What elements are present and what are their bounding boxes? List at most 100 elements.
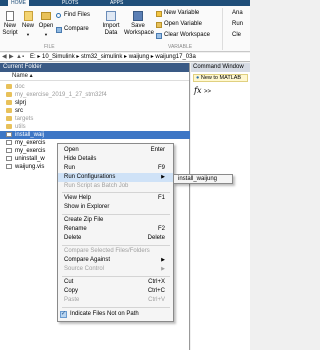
compare-icon <box>56 27 62 33</box>
folder-icon <box>6 107 12 113</box>
menu-separator <box>62 245 170 246</box>
menu-item-show-in-explorer[interactable]: Show in Explorer <box>58 203 173 212</box>
back-icon[interactable]: ◀ <box>2 54 7 61</box>
file-icon <box>6 163 12 169</box>
ribbon-divider <box>222 8 223 50</box>
folder-icon <box>6 123 12 129</box>
compare-label: Compare <box>64 26 89 32</box>
file-name: waijung.vis <box>15 164 45 170</box>
tab-home[interactable]: HOME <box>8 0 29 6</box>
new-button[interactable]: New ▼ <box>20 9 36 43</box>
ribbon-tab-bar: HOME PLOTS APPS <box>0 0 250 6</box>
menu-item-view-help[interactable]: View Help F1 <box>58 194 173 203</box>
submenu-arrow-icon: ▶ <box>161 266 165 272</box>
tab-plots[interactable]: PLOTS <box>62 0 78 6</box>
file-name: slprj <box>15 100 27 106</box>
find-files-label: Find Files <box>64 12 91 18</box>
menu-item-copy[interactable]: Copy Ctrl+C <box>58 287 173 296</box>
menu-item-rename[interactable]: Rename F2 <box>58 225 173 234</box>
prompt-arrow: >> <box>204 89 212 95</box>
list-item[interactable]: my_exercise_2019_1_27_stm32f4 <box>0 91 190 99</box>
context-menu: Open Enter Hide Details Run F9 Run Configu… <box>57 143 174 322</box>
open-button[interactable]: Open ▼ <box>38 9 54 43</box>
folder-icon <box>6 91 12 97</box>
group-label-file: FILE <box>44 44 55 50</box>
new-script-label: New Script <box>2 23 18 36</box>
path-breadcrumb[interactable]: E: ▸ 10_Simulink ▸ stm32_simulink ▸ waij… <box>30 54 196 61</box>
new-script-button[interactable]: New Script <box>2 9 18 43</box>
file-name: my_exercise_2019_1_27_stm32f4 <box>15 92 107 98</box>
new-variable-label: New Variable <box>164 10 200 16</box>
submenu-item-install-waijung[interactable]: install_waijung <box>178 176 217 182</box>
run-and-time-button[interactable]: Run <box>232 20 243 28</box>
clear-commands-button[interactable]: Cle <box>232 31 241 39</box>
command-window-panel: Command Window ● New to MATLAB fx >> <box>191 63 250 350</box>
menu-item-open[interactable]: Open Enter <box>58 146 173 155</box>
m-file-icon <box>6 131 12 137</box>
menu-item-compare-against[interactable]: Compare Against ▶ <box>58 256 173 265</box>
folder-icon <box>6 115 12 121</box>
address-bar: ◀ ▶ ▲ ▪ E: ▸ 10_Simulink ▸ stm32_simulin… <box>0 53 250 62</box>
slx-file-icon <box>6 139 12 145</box>
menu-item-cut[interactable]: Cut Ctrl+X <box>58 278 173 287</box>
clear-workspace-icon <box>156 33 162 39</box>
file-name: utils <box>15 124 26 130</box>
menu-item-run-batch-job: Run Script as Batch Job <box>64 183 129 189</box>
run-configurations-submenu: install_waijung <box>173 174 233 184</box>
menu-item-source-control: Source Control ▶ <box>64 266 165 272</box>
open-variable-icon <box>156 22 162 28</box>
menu-item-compare-selected: Compare Selected Files/Folders <box>64 248 150 254</box>
menu-item-create-zip[interactable]: Create Zip File <box>58 216 173 225</box>
list-item[interactable]: src <box>0 107 190 115</box>
list-item[interactable]: doc <box>0 83 190 91</box>
fx-icon: fx <box>194 86 202 95</box>
menu-separator <box>62 307 170 308</box>
list-item-selected[interactable]: install_waij <box>0 131 190 139</box>
menu-item-delete[interactable]: Delete Delete <box>58 234 173 243</box>
save-icon <box>133 11 143 21</box>
file-name: install_waij <box>15 132 45 138</box>
menu-separator <box>62 214 170 215</box>
folder-icon <box>6 99 12 105</box>
notice-text: New to MATLAB <box>200 75 242 81</box>
new-script-icon <box>6 11 14 21</box>
analyze-code-button[interactable]: Ana <box>232 9 243 17</box>
new-icon <box>24 11 33 21</box>
m-file-icon <box>6 155 12 161</box>
menu-separator <box>62 192 170 193</box>
folder-icon <box>6 83 12 89</box>
chevron-down-icon: ▼ <box>26 32 30 37</box>
list-item[interactable]: utils <box>0 123 190 131</box>
command-prompt[interactable]: fx >> <box>194 86 250 95</box>
menu-separator <box>62 276 170 277</box>
new-label: New <box>21 23 34 29</box>
command-window-title: Command Window <box>191 63 250 72</box>
file-name: targets <box>15 116 34 122</box>
menu-item-indicate-files-not-on-path[interactable]: ✓ Indicate Files Not on Path <box>58 310 173 319</box>
tab-apps[interactable]: APPS <box>110 0 123 6</box>
find-files-icon <box>56 13 61 18</box>
column-header-name[interactable]: Name ▴ <box>0 72 189 81</box>
forward-icon[interactable]: ▶ <box>9 54 14 61</box>
slx-file-icon <box>6 147 12 153</box>
menu-item-run-configurations[interactable]: Run Configurations ▶ <box>58 173 173 182</box>
file-name: doc <box>15 84 25 90</box>
list-item[interactable]: slprj <box>0 99 190 107</box>
save-workspace-button[interactable]: Save Workspace <box>124 9 154 43</box>
import-data-label: Import Data <box>102 23 120 36</box>
file-name: my_exercis <box>15 140 46 146</box>
list-item[interactable]: targets <box>0 115 190 123</box>
file-name: my_exercis <box>15 148 46 154</box>
browse-folder-icon[interactable]: ▪ <box>22 54 24 61</box>
file-name: src <box>15 108 23 114</box>
chevron-down-icon: ▼ <box>44 32 48 37</box>
save-workspace-label: Save Workspace <box>124 23 154 36</box>
open-variable-label: Open Variable <box>164 21 202 27</box>
menu-item-hide-details[interactable]: Hide Details <box>58 155 173 164</box>
current-folder-title: Current Folder <box>0 63 189 72</box>
menu-item-run[interactable]: Run F9 <box>58 164 173 173</box>
new-to-matlab-notice[interactable]: ● New to MATLAB <box>193 74 248 82</box>
import-data-button[interactable]: Import Data <box>100 9 122 43</box>
group-label-variable: VARIABLE <box>168 44 193 50</box>
folder-open-icon <box>41 12 51 20</box>
